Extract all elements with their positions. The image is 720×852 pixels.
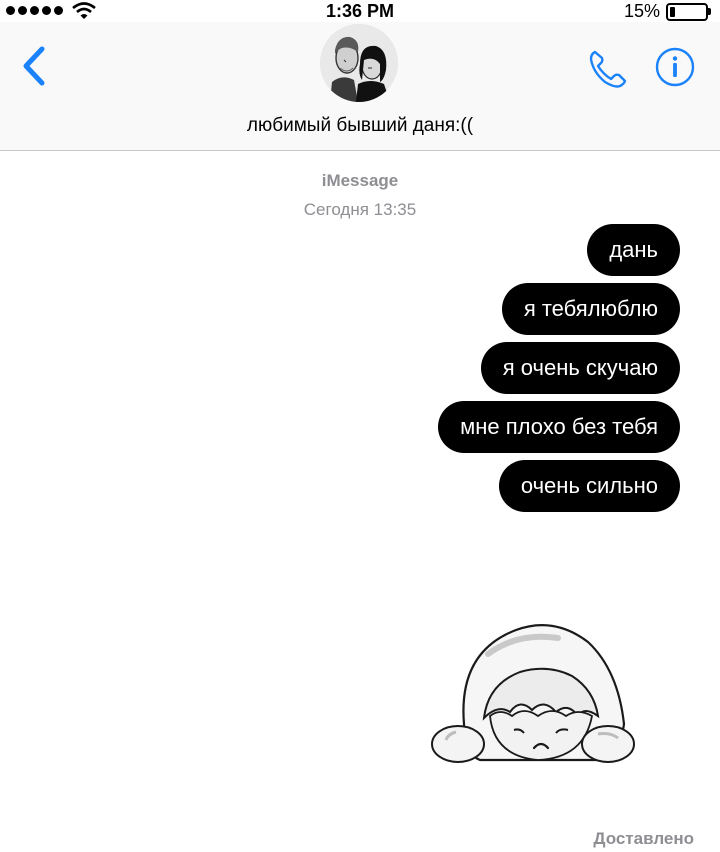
- contact-avatar[interactable]: [320, 24, 398, 102]
- battery-icon: [666, 3, 708, 21]
- contact-name[interactable]: любимый бывший даня:((: [0, 114, 720, 138]
- message-bubble[interactable]: очень сильно: [498, 460, 680, 512]
- message-bubble[interactable]: дань: [587, 224, 680, 276]
- sticker-image: [431, 624, 635, 763]
- status-bar: 1:36 PM 15%: [0, 0, 720, 22]
- avatar-image: [320, 24, 398, 102]
- message-bubble[interactable]: я очень скучаю: [480, 342, 680, 394]
- battery-level-fill: [670, 7, 675, 17]
- conversation-header: любимый бывший даня:((: [0, 22, 720, 151]
- call-button[interactable]: [585, 46, 631, 92]
- message-bubble[interactable]: я тебялюблю: [501, 283, 680, 335]
- delivery-status: Доставлено: [593, 829, 694, 848]
- chevron-left-icon: [23, 46, 45, 86]
- message-timestamp: Сегодня 13:35: [303, 200, 417, 219]
- info-button[interactable]: [654, 46, 696, 88]
- service-label: iMessage: [321, 171, 399, 190]
- message-bubble[interactable]: мне плохо без тебя: [438, 401, 680, 453]
- battery-percent: 15%: [624, 1, 661, 21]
- info-icon: [655, 47, 695, 87]
- back-button[interactable]: [18, 44, 58, 88]
- sad-blob-sticker[interactable]: [428, 612, 638, 782]
- battery-tip: [708, 8, 711, 15]
- phone-icon: [589, 50, 627, 88]
- message-thread: дань я тебялюблю я очень скучаю мне плох…: [438, 224, 680, 512]
- status-time: 1:36 PM: [325, 1, 395, 21]
